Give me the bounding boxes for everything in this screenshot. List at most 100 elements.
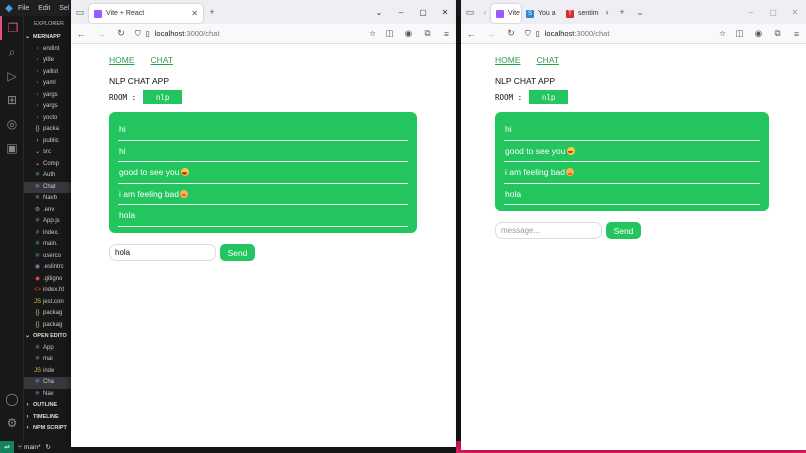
- tree-item[interactable]: › public: [24, 136, 71, 148]
- git-branch[interactable]: main*: [24, 444, 41, 451]
- tree-item[interactable]: ⚛ Chat: [24, 181, 71, 193]
- tree-item[interactable]: ⚛ Nav: [24, 389, 71, 401]
- tree-item[interactable]: ⚙ .env: [24, 205, 71, 217]
- nav-chat-link[interactable]: CHAT: [537, 55, 560, 65]
- nav-home-link[interactable]: HOME: [109, 55, 135, 65]
- tree-item[interactable]: # index.: [24, 228, 71, 240]
- back-arrow-icon[interactable]: ←: [461, 29, 481, 39]
- account-icon[interactable]: ◉: [399, 28, 418, 39]
- shield-icon[interactable]: ⛉: [135, 29, 141, 39]
- tree-item[interactable]: ⚛ main.: [24, 239, 71, 251]
- extensions-icon[interactable]: ⊞: [0, 88, 24, 112]
- bookmark-star-icon[interactable]: ☆: [369, 29, 376, 38]
- account-icon[interactable]: ◉: [749, 28, 768, 39]
- nav-chat-link[interactable]: CHAT: [151, 55, 174, 65]
- remote-indicator-icon[interactable]: ⇌: [0, 441, 14, 453]
- tree-item[interactable]: › yocto: [24, 113, 71, 125]
- close-window-icon[interactable]: ✕: [434, 0, 456, 24]
- send-button[interactable]: Send: [606, 222, 641, 239]
- nav-home-link[interactable]: HOME: [495, 55, 521, 65]
- send-button[interactable]: Send: [220, 244, 255, 261]
- tree-item[interactable]: › yaml: [24, 78, 71, 90]
- minimize-icon[interactable]: –: [390, 0, 412, 24]
- run-debug-icon[interactable]: ▷: [0, 64, 24, 88]
- tree-item[interactable]: {} packag: [24, 308, 71, 320]
- list-all-tabs-chevron-icon[interactable]: ⌄: [631, 0, 649, 24]
- explorer-icon[interactable]: ❐: [0, 16, 24, 40]
- tree-item[interactable]: ◉ .eslintrc: [24, 262, 71, 274]
- tree-item[interactable]: › yargs: [24, 90, 71, 102]
- chevron-right-icon: ›: [36, 57, 39, 63]
- reload-icon[interactable]: ↻: [501, 28, 521, 39]
- shield-icon[interactable]: ⛉: [525, 29, 531, 39]
- message-input[interactable]: [495, 222, 602, 239]
- menu-file[interactable]: File: [18, 5, 29, 12]
- page-info-icon[interactable]: ▯: [146, 29, 150, 38]
- remote-explorer-icon[interactable]: ◎: [0, 112, 24, 136]
- account-icon[interactable]: ◯: [0, 387, 24, 411]
- tree-item[interactable]: <> index.ht: [24, 285, 71, 297]
- menu-selection[interactable]: Sel: [59, 5, 69, 12]
- tab-overview-icon[interactable]: ▭: [461, 0, 479, 24]
- extensions-puzzle-icon[interactable]: ⧉: [418, 28, 437, 39]
- tree-item[interactable]: ⚛ App.js: [24, 216, 71, 228]
- maximize-icon[interactable]: ▢: [412, 0, 434, 24]
- minimize-icon[interactable]: –: [740, 0, 762, 24]
- forward-arrow-icon[interactable]: →: [481, 29, 501, 39]
- tree-item[interactable]: {} packag: [24, 320, 71, 332]
- timeline-section[interactable]: › TIMELINE: [24, 412, 71, 424]
- tree-item[interactable]: › endint: [24, 44, 71, 56]
- tree-item[interactable]: › yargs: [24, 101, 71, 113]
- tab-close-icon[interactable]: ✕: [187, 9, 198, 18]
- new-tab-plus-icon[interactable]: +: [203, 0, 221, 24]
- scroll-tabs-left-icon[interactable]: ‹: [479, 0, 491, 24]
- browser-tab[interactable]: Vite + React ✕: [89, 4, 203, 23]
- menu-edit[interactable]: Edit: [38, 5, 50, 12]
- outline-section[interactable]: › OUTLINE: [24, 400, 71, 412]
- browser-tab[interactable]: Tsentim: [561, 4, 601, 23]
- scroll-tabs-right-icon[interactable]: ›: [601, 0, 613, 24]
- tree-item[interactable]: ⌄ Comp: [24, 159, 71, 171]
- search-icon[interactable]: ⌕: [0, 40, 24, 64]
- list-all-tabs-chevron-icon[interactable]: ⌄: [368, 0, 390, 24]
- close-window-icon[interactable]: ✕: [784, 0, 806, 24]
- reload-icon[interactable]: ↻: [111, 28, 131, 39]
- settings-gear-icon[interactable]: ⚙: [0, 411, 24, 435]
- tree-item[interactable]: ⌄ src: [24, 147, 71, 159]
- open-editors-section[interactable]: ⌄ OPEN EDITO: [24, 331, 71, 343]
- npm-scripts-section[interactable]: › NPM SCRIPT: [24, 423, 71, 435]
- tree-item[interactable]: JS jest.con: [24, 297, 71, 309]
- tree-item[interactable]: ◆ .gitigno: [24, 274, 71, 286]
- tree-item[interactable]: JS inde: [24, 366, 71, 378]
- menu-hamburger-icon[interactable]: ≡: [787, 28, 806, 39]
- menu-hamburger-icon[interactable]: ≡: [437, 28, 456, 39]
- message-input[interactable]: [109, 244, 216, 261]
- project-root[interactable]: ⌄ MERNAPP: [24, 32, 71, 44]
- pocket-icon[interactable]: ◫: [730, 28, 749, 39]
- sync-icon[interactable]: ↻: [46, 443, 51, 451]
- address-bar[interactable]: ⛉ ▯ localhost:3000/chat ☆: [521, 26, 730, 42]
- page-info-icon[interactable]: ▯: [536, 29, 540, 38]
- back-arrow-icon[interactable]: ←: [71, 29, 91, 39]
- tree-item[interactable]: ⚛ Auth: [24, 170, 71, 182]
- tree-item[interactable]: › yl8e: [24, 55, 71, 67]
- extensions-puzzle-icon[interactable]: ⧉: [768, 28, 787, 39]
- maximize-icon[interactable]: ▢: [762, 0, 784, 24]
- browser-tab[interactable]: S You a: [521, 4, 561, 23]
- pocket-icon[interactable]: ◫: [380, 28, 399, 39]
- tree-item[interactable]: ⚛ userco: [24, 251, 71, 263]
- forward-arrow-icon[interactable]: →: [91, 29, 111, 39]
- docker-icon[interactable]: ▣: [0, 136, 24, 160]
- bookmark-star-icon[interactable]: ☆: [719, 29, 726, 38]
- tab-overview-icon[interactable]: ▭: [71, 0, 89, 24]
- browser-tab[interactable]: Vite✕: [491, 4, 521, 23]
- address-bar[interactable]: ⛉ ▯ localhost:3000/chat ☆: [131, 26, 380, 42]
- tree-item[interactable]: ⚛ App: [24, 343, 71, 355]
- tree-item[interactable]: ⚛ Navb: [24, 193, 71, 205]
- tree-item[interactable]: {} packa: [24, 124, 71, 136]
- tree-item[interactable]: › yallist: [24, 67, 71, 79]
- tree-item[interactable]: ⚛ Cha: [24, 377, 71, 389]
- chevron-down-icon: ⌄: [24, 333, 31, 339]
- new-tab-plus-icon[interactable]: +: [613, 0, 631, 24]
- tree-item[interactable]: ⚛ mai: [24, 354, 71, 366]
